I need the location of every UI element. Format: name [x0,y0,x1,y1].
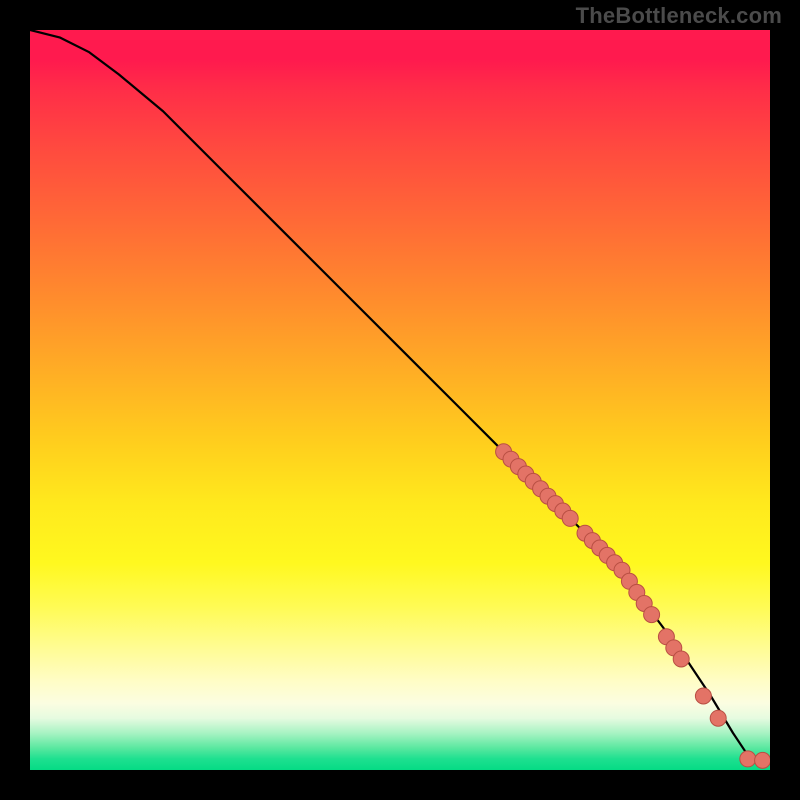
chart-frame: TheBottleneck.com [0,0,800,800]
scatter-point [740,751,756,767]
watermark-text: TheBottleneck.com [576,3,782,29]
scatter-point [644,607,660,623]
scatter-point [710,710,726,726]
chart-svg [30,30,770,770]
scatter-point [562,510,578,526]
scatter-point [755,752,770,768]
scatter-point [673,651,689,667]
scatter-point [695,688,711,704]
scatter-points [496,444,770,769]
curve-line [30,30,770,761]
